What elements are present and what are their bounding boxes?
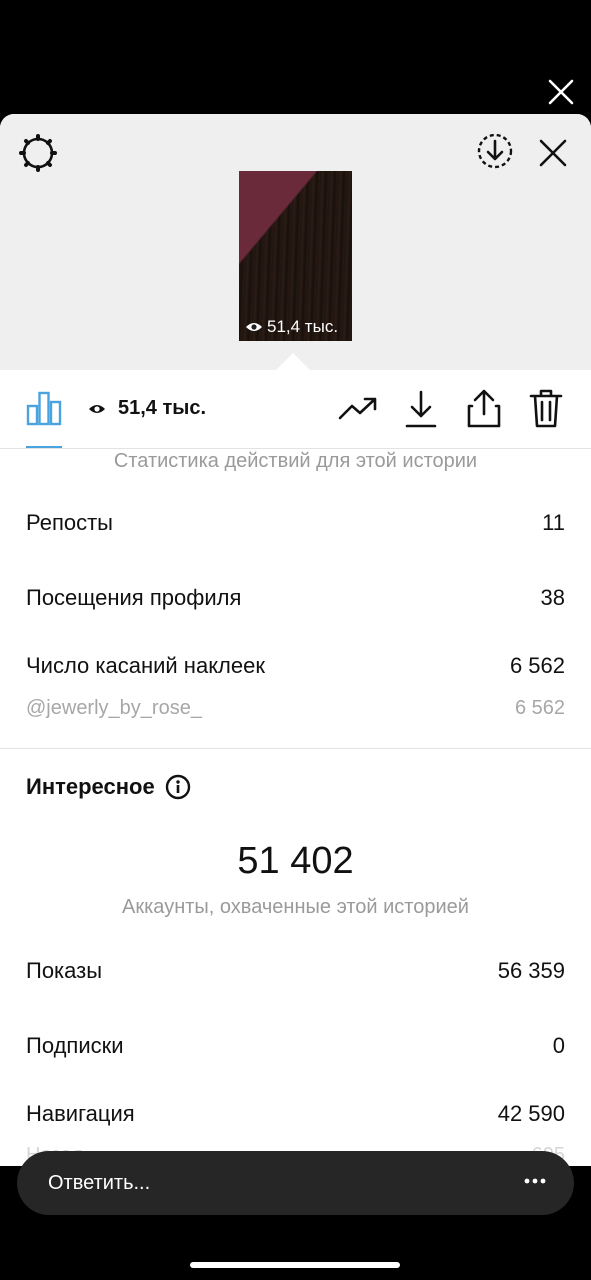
actions-caption: Статистика действий для этой истории (113, 450, 478, 472)
toolbar-views-label: 51,4 тыс. (118, 397, 207, 419)
info-icon[interactable] (165, 774, 191, 800)
stat-row-impressions: Показы 56 359 (26, 958, 565, 984)
thumbnail-views-label: 51,4 тыс. (267, 317, 339, 336)
share-icon[interactable] (466, 388, 502, 428)
stat-value: 38 (540, 585, 565, 610)
stat-label: Показы (26, 958, 103, 983)
download-icon[interactable] (404, 390, 438, 428)
tab-underline (26, 446, 62, 448)
bar-chart-icon[interactable] (26, 390, 62, 426)
insights-toolbar: 51,4 тыс. (0, 370, 591, 449)
stat-label: Навигация (26, 1101, 135, 1126)
close-icon[interactable] (538, 138, 568, 168)
thumbnail-views: 51,4 тыс. (245, 317, 338, 337)
reach-caption: Аккаунты, охваченные этой историей (122, 896, 469, 918)
story-insights-sheet: 51,4 тыс. 51,4 тыс. Статистика действий … (0, 114, 591, 1166)
stat-value: 0 (552, 1033, 565, 1058)
stat-row-reposts: Репосты 11 (26, 510, 565, 536)
stat-row-follows: Подписки 0 (26, 1033, 565, 1059)
eye-icon (89, 404, 105, 413)
reply-bar[interactable]: Ответить... (17, 1151, 574, 1215)
trash-icon[interactable] (528, 388, 564, 428)
stat-label: Посещения профиля (26, 585, 242, 610)
discovery-title: Интересное (26, 774, 155, 799)
gear-icon[interactable] (18, 133, 58, 173)
stat-value: 56 359 (497, 958, 565, 983)
stat-value: 42 590 (497, 1101, 565, 1126)
reply-placeholder: Ответить... (48, 1172, 151, 1194)
eye-icon (246, 323, 262, 331)
mention-value: 6 562 (514, 697, 565, 719)
more-dots-icon[interactable] (524, 1173, 546, 1189)
trending-up-icon[interactable] (338, 396, 378, 422)
stat-label: Репосты (26, 510, 113, 535)
story-thumbnail[interactable]: 51,4 тыс. (239, 171, 352, 341)
close-icon[interactable] (547, 78, 575, 106)
reach-value: 51 402 (237, 840, 354, 882)
stat-label: Число касаний наклеек (26, 653, 265, 678)
stat-label: Подписки (26, 1033, 124, 1058)
mention-label: @jewerly_by_rose_ (26, 697, 202, 719)
sheet-header: 51,4 тыс. (0, 114, 591, 370)
toolbar-views: 51,4 тыс. (88, 397, 206, 420)
discovery-heading: Интересное (26, 774, 191, 800)
stat-row-navigation: Навигация 42 590 (26, 1101, 565, 1127)
section-divider (0, 748, 591, 749)
stat-row-profile-visits: Посещения профиля 38 (26, 585, 565, 611)
download-circle-icon[interactable] (476, 132, 514, 170)
stat-value: 11 (542, 510, 565, 535)
stat-value: 6 562 (509, 653, 565, 678)
stat-row-sticker-taps: Число касаний наклеек 6 562 (26, 653, 565, 679)
home-indicator (190, 1262, 400, 1268)
sticker-mention-row[interactable]: @jewerly_by_rose_ 6 562 (26, 697, 565, 720)
